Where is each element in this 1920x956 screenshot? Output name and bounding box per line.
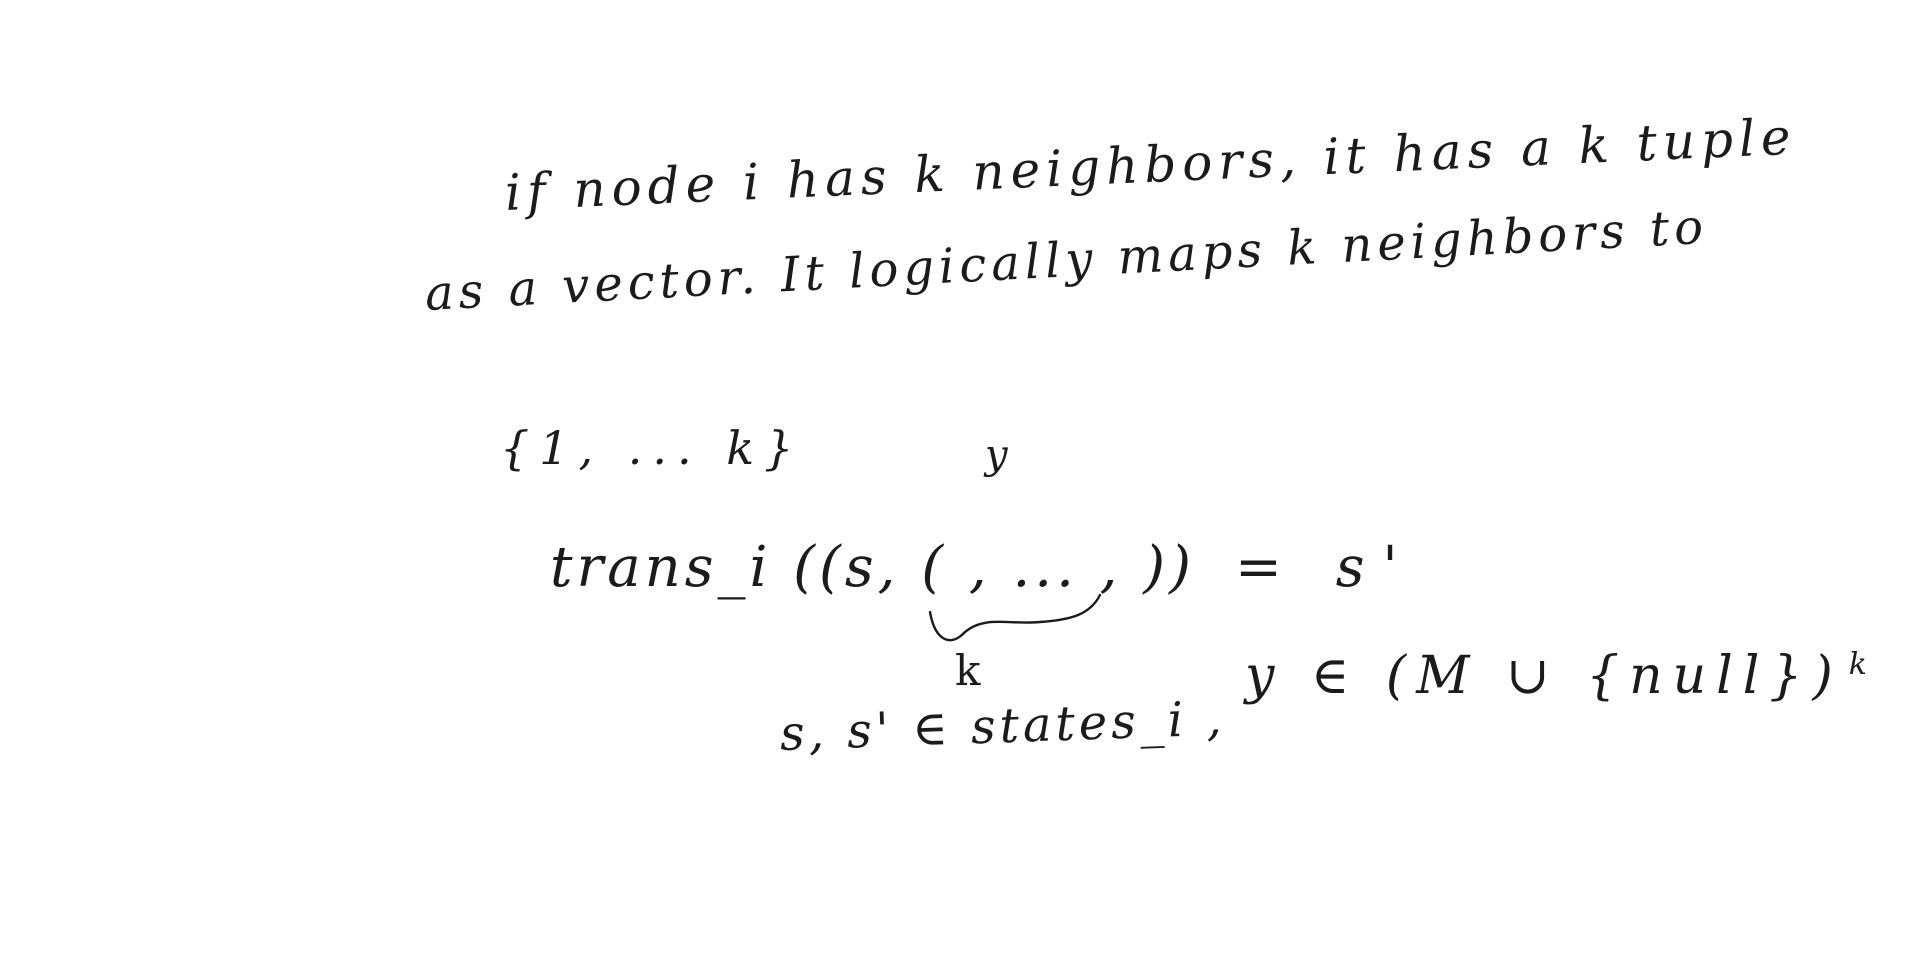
k-annotation: k bbox=[955, 646, 981, 695]
handwritten-note-canvas: if node i has k neighbors, it has a k tu… bbox=[0, 0, 1920, 956]
y-annotation: y bbox=[985, 432, 1008, 478]
domain-expression: y ∈ (M ∪ {null}) bbox=[1245, 646, 1843, 706]
note-line-vector: as a vector. It logically maps k neighbo… bbox=[423, 198, 1710, 322]
transition-lhs: trans_i ((s, ( , ... , )) bbox=[550, 535, 1195, 600]
note-line-transition: trans_i ((s, ( , ... , )) = s' bbox=[550, 540, 1416, 596]
note-line-domain: y ∈ (M ∪ {null}) k bbox=[1245, 647, 1867, 703]
transition-rhs: = s' bbox=[1234, 535, 1416, 600]
note-line-set: {1, ... k} bbox=[500, 421, 804, 475]
note-line-states: s, s' ∈ states_i , bbox=[779, 690, 1227, 762]
domain-exponent: k bbox=[1848, 647, 1867, 682]
note-line-neighbors: if node i has k neighbors, it has a k tu… bbox=[503, 107, 1798, 222]
